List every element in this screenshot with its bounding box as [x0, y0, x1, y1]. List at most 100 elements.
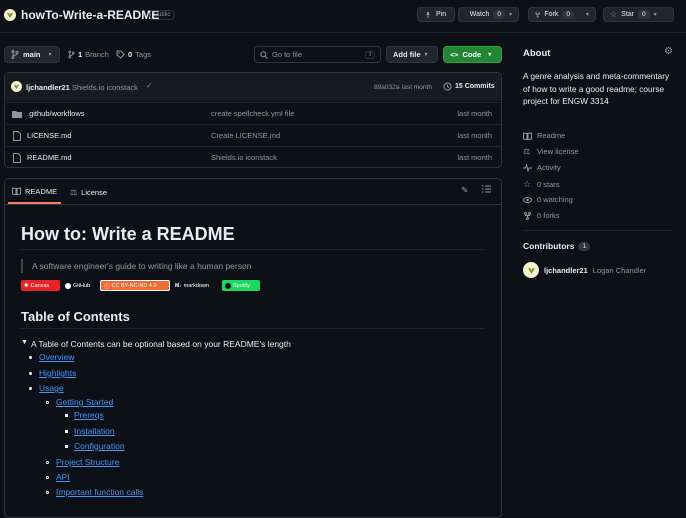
- tags-link[interactable]: 0 Tags: [116, 50, 151, 59]
- contributor-item[interactable]: ljchandler21 Logan Chandler: [523, 262, 646, 278]
- badge-spotify[interactable]: Spotify: [222, 280, 260, 291]
- pin-button[interactable]: Pin: [417, 7, 455, 22]
- fork-button[interactable]: Fork 0 ▾: [528, 7, 596, 22]
- toc-bullet: [29, 387, 32, 390]
- badge-github[interactable]: GitHub: [62, 280, 98, 291]
- activity-link[interactable]: Activity: [523, 163, 561, 172]
- activity-link-label: Activity: [537, 163, 561, 172]
- markdown-icon: M↓: [175, 283, 182, 289]
- canvas-icon: ✺: [24, 283, 29, 289]
- eye-icon: [465, 11, 466, 19]
- add-file-button[interactable]: Add file ▾: [386, 46, 438, 63]
- branch-icon: [11, 50, 19, 59]
- scale-icon: ⚖: [70, 188, 77, 197]
- star-count: 0: [638, 10, 650, 19]
- check-icon[interactable]: ✓: [146, 81, 153, 90]
- badge-cc[interactable]: ⓒCC BY-NC-ND 4.0: [100, 280, 170, 291]
- toc-bullet: [46, 401, 49, 404]
- star-button[interactable]: ☆ Star 0 ▾: [603, 7, 674, 22]
- readme-link[interactable]: Readme: [523, 131, 565, 140]
- toc-bullet: [46, 461, 49, 464]
- toc-summary: A Table of Contents can be optional base…: [31, 339, 291, 349]
- tag-count: 0: [128, 50, 132, 59]
- forks-link[interactable]: 0 forks: [523, 211, 560, 220]
- file-name[interactable]: README.md: [27, 153, 72, 162]
- watch-button[interactable]: Watch 0 ▾: [458, 7, 519, 22]
- commit-time: · last month: [398, 84, 432, 91]
- file-commit-message[interactable]: Shields.io iconstack: [211, 153, 277, 162]
- toc-bullet: [65, 430, 68, 433]
- watching-count: 0 watching: [537, 195, 573, 204]
- contributors-heading[interactable]: Contributors 1: [523, 241, 590, 251]
- watchers-link[interactable]: 0 watching: [523, 195, 573, 204]
- toc-link-api[interactable]: API: [56, 472, 70, 482]
- commits-link[interactable]: 15 Commits: [443, 82, 495, 91]
- file-row[interactable]: LICENSE.md Create LICENSE.md last month: [4, 124, 501, 146]
- toc-bullet: [65, 445, 68, 448]
- badge-canvas[interactable]: ✺Canvas: [21, 280, 60, 291]
- repo-avatar-icon: [4, 9, 16, 21]
- stars-link[interactable]: ☆ 0 stars: [523, 179, 560, 190]
- file-name[interactable]: LICENSE.md: [27, 131, 72, 140]
- repo-name[interactable]: howTo-Write-a-README: [21, 8, 159, 22]
- branch-count-link[interactable]: 1 Branch: [68, 50, 109, 59]
- file-time: last month: [457, 109, 492, 118]
- code-button[interactable]: <> Code ▾: [443, 46, 502, 63]
- license-link[interactable]: ⚖ View license: [523, 147, 579, 156]
- visibility-badge: Public: [149, 10, 175, 20]
- toc-link-prereqs[interactable]: Prereqs: [74, 410, 104, 420]
- contributor-full-name: Logan Chandler: [593, 266, 646, 275]
- pin-label: Pin: [436, 11, 446, 18]
- toc-details-toggle[interactable]: ▼ A Table of Contents can be optional ba…: [21, 339, 291, 349]
- code-icon: <>: [450, 51, 458, 59]
- tag-icon: [116, 50, 125, 59]
- gear-icon[interactable]: ⚙: [664, 46, 673, 57]
- chevron-down-icon: ▾: [488, 51, 491, 58]
- branch-selector[interactable]: main ▾: [4, 46, 60, 63]
- file-row[interactable]: .github/workflows create spellcheck yml …: [4, 102, 501, 124]
- edit-icon[interactable]: ✎: [461, 185, 469, 196]
- toc-link-installation[interactable]: Installation: [74, 426, 115, 436]
- toc-link-configuration[interactable]: Configuration: [74, 441, 125, 451]
- toc-link-overview[interactable]: Overview: [39, 352, 74, 362]
- toc-link-usage[interactable]: Usage: [39, 383, 64, 393]
- commit-author[interactable]: ljchandler21: [26, 83, 70, 92]
- toc-bullet: [29, 356, 32, 359]
- toc-link-getting-started[interactable]: Getting Started: [56, 397, 113, 407]
- chevron-down-icon: ▾: [509, 11, 512, 18]
- star-icon: ☆: [523, 179, 532, 190]
- badge-label: GitHub: [73, 283, 90, 289]
- badge-markdown[interactable]: M↓markdown: [172, 280, 220, 291]
- spotify-icon: [225, 283, 231, 289]
- toc-link-project-structure[interactable]: Project Structure: [56, 457, 119, 467]
- watch-label: Watch: [470, 11, 490, 18]
- toc-link-highlights[interactable]: Highlights: [39, 368, 76, 378]
- commit-message[interactable]: Shields.io iconstack: [72, 83, 138, 92]
- history-icon: [443, 82, 452, 91]
- tab-readme[interactable]: README: [8, 180, 61, 204]
- commit-author-avatar[interactable]: [11, 81, 22, 92]
- file-commit-message[interactable]: create spellcheck yml file: [211, 109, 294, 118]
- fork-count: 0: [562, 10, 574, 19]
- outline-icon[interactable]: [482, 185, 491, 193]
- github-icon: [65, 283, 71, 289]
- toc-link-important-function-calls[interactable]: Important function calls: [56, 487, 143, 497]
- branch-icon: [68, 50, 75, 59]
- tag-label: Tags: [135, 50, 151, 59]
- repo-header: howTo-Write-a-README Public Pin Watch 0 …: [0, 0, 686, 32]
- branch-count-label: Branch: [85, 50, 109, 59]
- tab-readme-label: README: [25, 187, 57, 196]
- file-row[interactable]: README.md Shields.io iconstack last mont…: [4, 146, 501, 168]
- file-commit-message[interactable]: Create LICENSE.md: [211, 131, 280, 140]
- branch-name: main: [23, 50, 41, 59]
- add-file-label: Add file: [393, 50, 421, 59]
- file-name[interactable]: .github/workflows: [27, 109, 85, 118]
- code-label: Code: [462, 50, 481, 59]
- header-divider: [0, 32, 686, 33]
- tab-license[interactable]: ⚖ License: [68, 180, 109, 204]
- book-icon: [523, 132, 532, 140]
- commit-hash[interactable]: 89a032a: [374, 84, 399, 91]
- search-icon: [260, 51, 268, 59]
- commits-count: 15 Commits: [455, 83, 495, 90]
- go-to-file-input[interactable]: Go to file t: [254, 46, 381, 63]
